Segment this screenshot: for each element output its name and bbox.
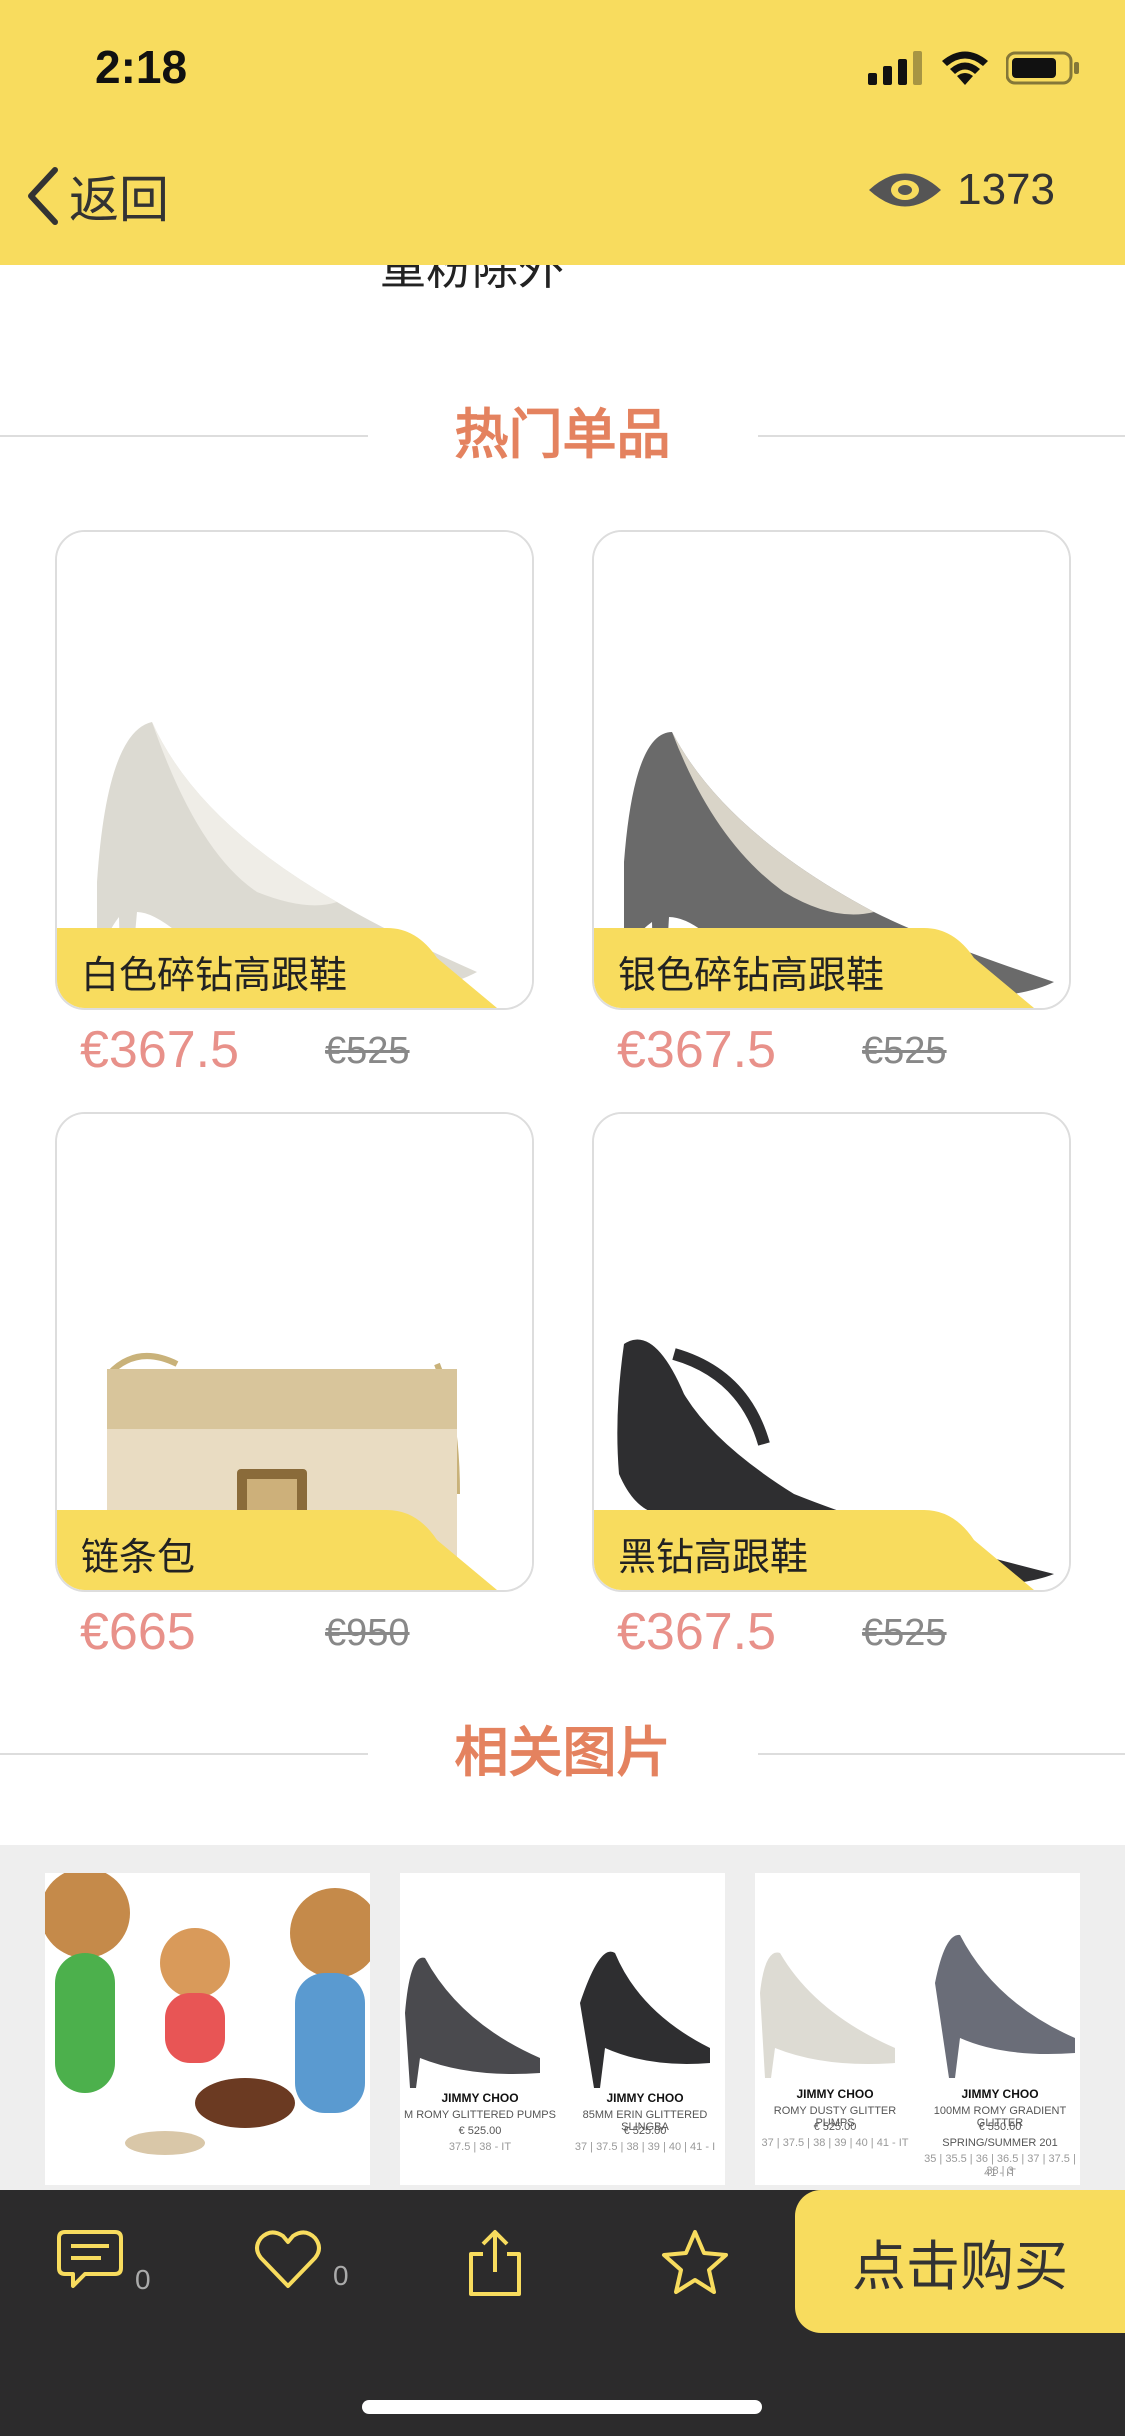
eye-icon [869,173,942,207]
product-price: €367.5 [80,1021,240,1079]
battery-icon [1006,51,1079,85]
back-button[interactable]: 返回 [25,160,169,232]
related-image[interactable]: JIMMY CHOO M ROMY GLITTERED PUMPS € 525.… [400,1873,725,2185]
product-old-price: €525 [862,1030,947,1072]
like-count: 0 [333,2260,349,2291]
related-section-title: 相关图片 [454,1721,671,1784]
status-icons [868,50,1080,86]
product-label: 链条包 [57,1510,497,1590]
product-old-price: €950 [325,1612,410,1654]
hot-section-header: 热门单品 [0,400,1125,470]
product-price: €367.5 [617,1603,777,1661]
heart-icon [255,2230,321,2288]
product-price: €367.5 [617,1021,777,1079]
chevron-left-icon [28,167,58,225]
like-button[interactable]: 0 [253,2228,349,2292]
view-counter: 1373 [867,165,1055,215]
comment-count: 0 [135,2264,151,2295]
product-label: 黑钻高跟鞋 [594,1510,1034,1590]
cartoon-image [45,1873,370,2185]
related-section-header: 相关图片 [0,1718,1125,1788]
status-time: 2:18 [95,41,188,93]
product-card[interactable]: 链条包 [55,1112,534,1592]
wifi-icon [942,51,988,85]
related-images-strip[interactable]: JIMMY CHOO M ROMY GLITTERED PUMPS € 525.… [0,1845,1125,2190]
back-label: 返回 [69,171,169,229]
star-icon [662,2230,728,2294]
hot-section-title: 热门单品 [454,403,671,466]
signal-icon [868,51,922,85]
product-card[interactable]: 银色碎钻高跟鞋 [592,530,1071,1010]
related-image[interactable] [45,1873,370,2185]
related-image[interactable]: JIMMY CHOO ROMY DUSTY GLITTER PUMPS € 52… [755,1873,1080,2185]
comment-button[interactable]: 0 [55,2228,151,2296]
product-old-price: €525 [325,1030,410,1072]
top-bar: 2:18 返回 1373 [0,0,1125,265]
product-price: €665 [80,1603,196,1661]
product-label: 白色碎钻高跟鞋 [57,928,497,1008]
share-button[interactable] [465,2228,525,2298]
shoes-catalog-image [400,1873,725,2185]
product-card[interactable]: 黑钻高跟鞋 [592,1112,1071,1592]
home-indicator[interactable] [362,2400,762,2414]
favorite-button[interactable] [660,2228,730,2296]
buy-button[interactable]: 点击购买 [795,2190,1125,2333]
view-count: 1373 [957,165,1055,214]
product-old-price: €525 [862,1612,947,1654]
product-label: 银色碎钻高跟鞋 [594,928,1034,1008]
share-icon [469,2230,521,2296]
comment-icon [57,2230,123,2288]
product-card[interactable]: 白色碎钻高跟鞋 [55,530,534,1010]
